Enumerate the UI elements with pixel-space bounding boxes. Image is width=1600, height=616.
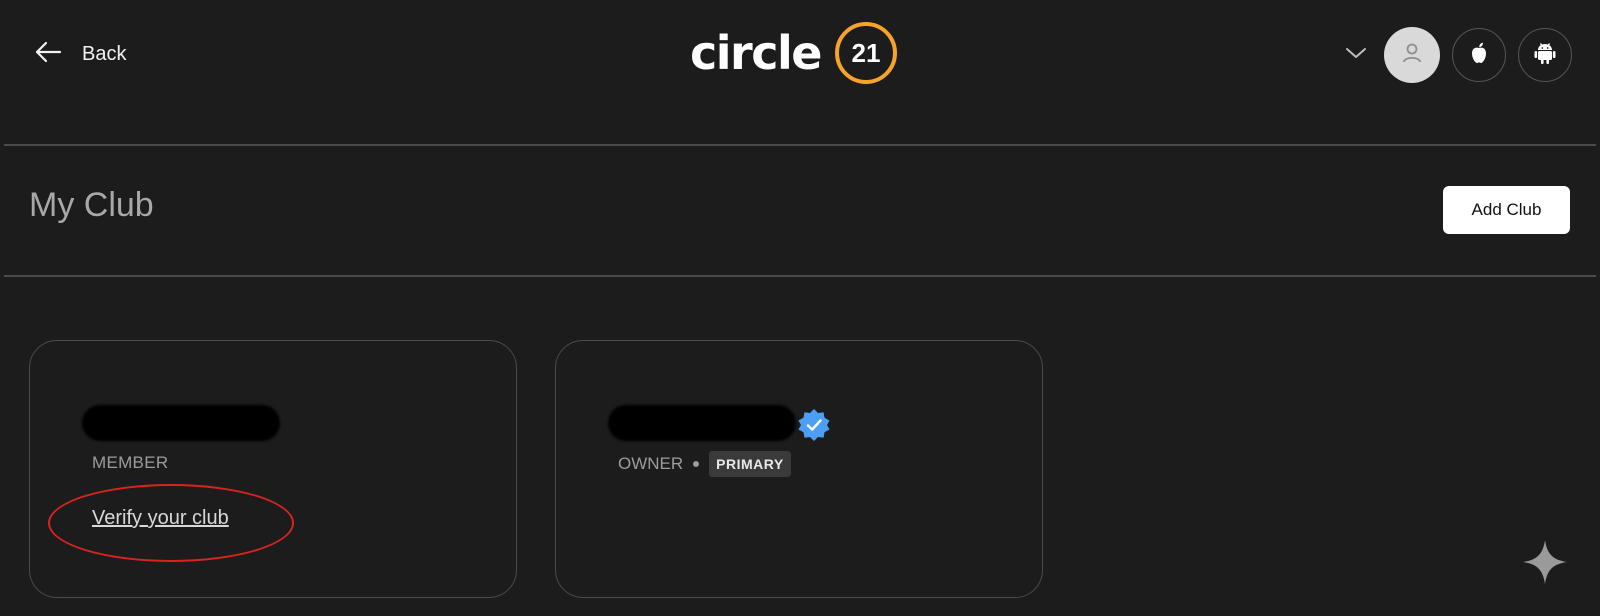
section-divider [4, 275, 1596, 277]
header-actions [1344, 27, 1572, 83]
logo-wordmark: circle [690, 26, 822, 80]
verified-badge-icon [796, 407, 832, 443]
top-header: Back circle 21 [0, 0, 1600, 108]
apple-icon [1468, 41, 1490, 70]
verify-club-link[interactable]: Verify your club [92, 507, 229, 530]
user-icon [1401, 42, 1423, 69]
separator-dot [693, 461, 700, 467]
add-club-button[interactable]: Add Club [1443, 186, 1570, 234]
account-dropdown-toggle[interactable] [1344, 43, 1368, 67]
back-label: Back [82, 42, 127, 65]
primary-badge: PRIMARY [709, 451, 791, 477]
page-title: My Club [29, 186, 154, 224]
club-card-member[interactable]: MEMBER Verify your club [29, 340, 517, 598]
android-app-button[interactable] [1518, 28, 1572, 82]
header-divider [4, 144, 1596, 146]
redacted-club-name [82, 405, 280, 441]
sparkle-icon [1521, 538, 1569, 586]
club-role-label: OWNER [618, 454, 684, 473]
logo-badge: 21 [834, 22, 897, 84]
ios-app-button[interactable] [1452, 28, 1506, 82]
android-icon [1534, 41, 1556, 70]
back-button[interactable]: Back [34, 38, 126, 70]
arrow-left-icon [34, 41, 62, 68]
club-role-label: MEMBER [92, 453, 169, 472]
redacted-club-name [608, 405, 796, 441]
club-role-line: OWNER PRIMARY [618, 451, 791, 477]
avatar[interactable] [1384, 27, 1440, 83]
circle21-logo: circle 21 [690, 16, 897, 90]
club-card-owner[interactable]: OWNER PRIMARY [555, 340, 1043, 598]
chevron-down-icon [1345, 46, 1367, 65]
